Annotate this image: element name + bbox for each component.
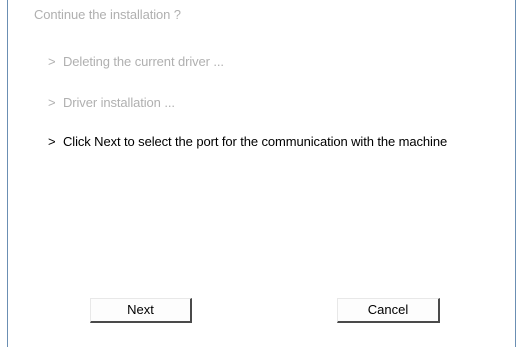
installer-dialog: Continue the installation ? > Deleting th…: [0, 0, 524, 347]
step-select-port: > Click Next to select the port for the c…: [48, 134, 447, 149]
step-label: Deleting the current driver ...: [63, 54, 224, 69]
step-driver-installation: > Driver installation ...: [48, 95, 175, 110]
cancel-button[interactable]: Cancel: [337, 298, 440, 323]
dialog-left-border: [7, 0, 8, 347]
chevron-right-icon: >: [48, 54, 56, 69]
dialog-title: Continue the installation ?: [34, 7, 181, 22]
step-label: Click Next to select the port for the co…: [63, 134, 448, 149]
step-label: Driver installation ...: [63, 95, 175, 110]
chevron-right-icon: >: [48, 95, 56, 110]
step-deleting-driver: > Deleting the current driver ...: [48, 54, 224, 69]
dialog-right-border: [515, 0, 516, 347]
next-button[interactable]: Next: [90, 298, 192, 323]
chevron-right-icon: >: [48, 134, 56, 149]
